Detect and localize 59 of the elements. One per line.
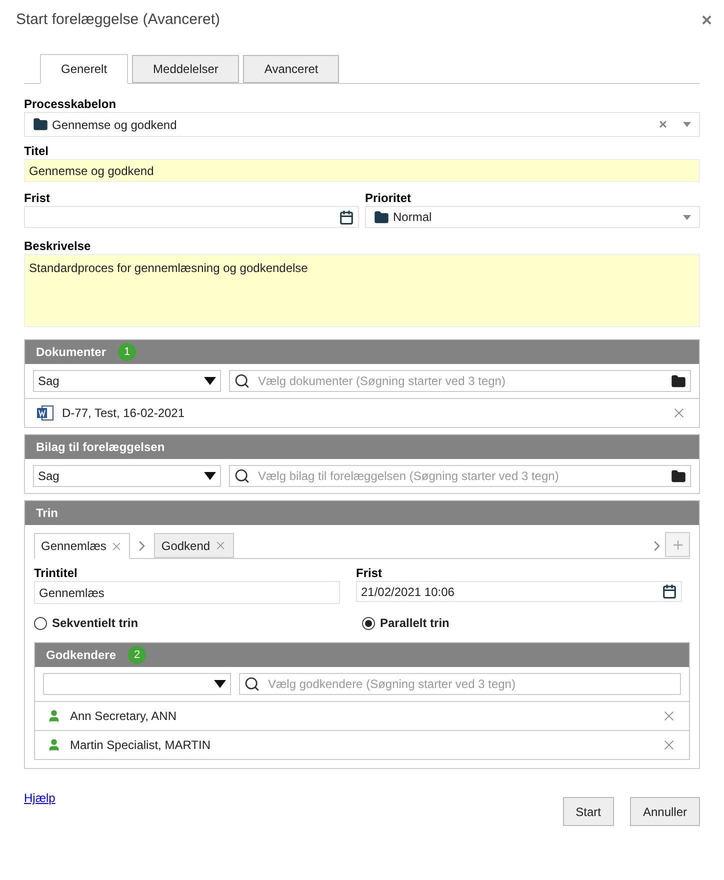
date-field[interactable] (24, 206, 359, 228)
field-label: Processkabelon (24, 96, 118, 112)
search-icon (234, 468, 250, 484)
document-row[interactable]: D-77, Test, 16-02-2021 (25, 398, 699, 427)
add-icon (670, 538, 684, 552)
field-label: Prioritet (365, 190, 412, 206)
folder-icon (374, 210, 389, 224)
person-icon (47, 738, 61, 752)
tab[interactable]: Generelt (40, 54, 128, 84)
add-step-button[interactable] (665, 532, 690, 557)
field-label: Frist (24, 190, 52, 206)
source-dropdown[interactable]: Sag (33, 370, 221, 392)
step-title-field[interactable]: Gennemlæs (34, 581, 340, 604)
caret-icon (204, 472, 216, 480)
word-document-icon (37, 405, 54, 421)
caret-icon (683, 214, 691, 220)
title-field[interactable]: Gennemse og godkend (24, 159, 700, 182)
dialog-button[interactable]: Annuller (630, 797, 700, 826)
person-icon (47, 709, 61, 723)
field-label: Frist (356, 565, 384, 581)
search-icon (234, 373, 250, 389)
field-label: Beskrivelse (24, 238, 92, 254)
approver-row[interactable]: Martin Specialist, MARTIN (35, 730, 689, 759)
tab[interactable]: Avanceret (243, 55, 340, 83)
help-link[interactable]: Hjælp (24, 789, 56, 807)
caret-icon (204, 377, 216, 385)
caret-icon (214, 680, 226, 688)
window-title: Start forelæggelse (Avanceret) (16, 10, 220, 30)
step-tab[interactable]: Gennemlæs (34, 533, 130, 559)
priority-dropdown[interactable]: Normal (365, 206, 700, 228)
date-field[interactable]: 21/02/2021 10:06 (356, 581, 682, 602)
radio-option[interactable]: Sekventielt trin (34, 614, 362, 632)
tab[interactable]: Meddelelser (132, 55, 240, 83)
folder-icon (671, 374, 686, 388)
section-header: Godkendere 2 (35, 643, 689, 667)
count-badge: 2 (128, 646, 146, 664)
section-header: Bilag til forelæggelsen (25, 435, 699, 459)
folder-icon (33, 117, 48, 132)
count-badge: 1 (118, 343, 136, 361)
radio-button[interactable] (362, 616, 375, 630)
clear-icon[interactable]: × (658, 114, 667, 135)
calendar-icon (339, 210, 354, 224)
approver-row[interactable]: Ann Secretary, ANN (35, 701, 689, 730)
close-button[interactable]: × (701, 6, 712, 34)
section-header: Trin (25, 501, 699, 525)
radio-option[interactable]: Parallelt trin (362, 614, 690, 632)
field-label: Trintitel (34, 565, 78, 581)
radio-button[interactable] (34, 616, 47, 630)
dialog-button[interactable]: Start (562, 797, 614, 826)
field-label: Titel (24, 143, 50, 159)
step-tab[interactable]: Godkend (154, 533, 234, 558)
folder-icon (671, 468, 686, 484)
template-dropdown[interactable]: Gennemse og godkend × (24, 112, 700, 137)
section-header: Dokumenter 1 (25, 340, 699, 364)
caret-icon (683, 122, 691, 127)
search-icon (244, 676, 260, 692)
source-dropdown[interactable]: Sag (33, 465, 221, 487)
description-field[interactable]: Standardproces for gennemlæsning og godkendelse (24, 254, 700, 327)
calendar-icon (662, 584, 677, 599)
